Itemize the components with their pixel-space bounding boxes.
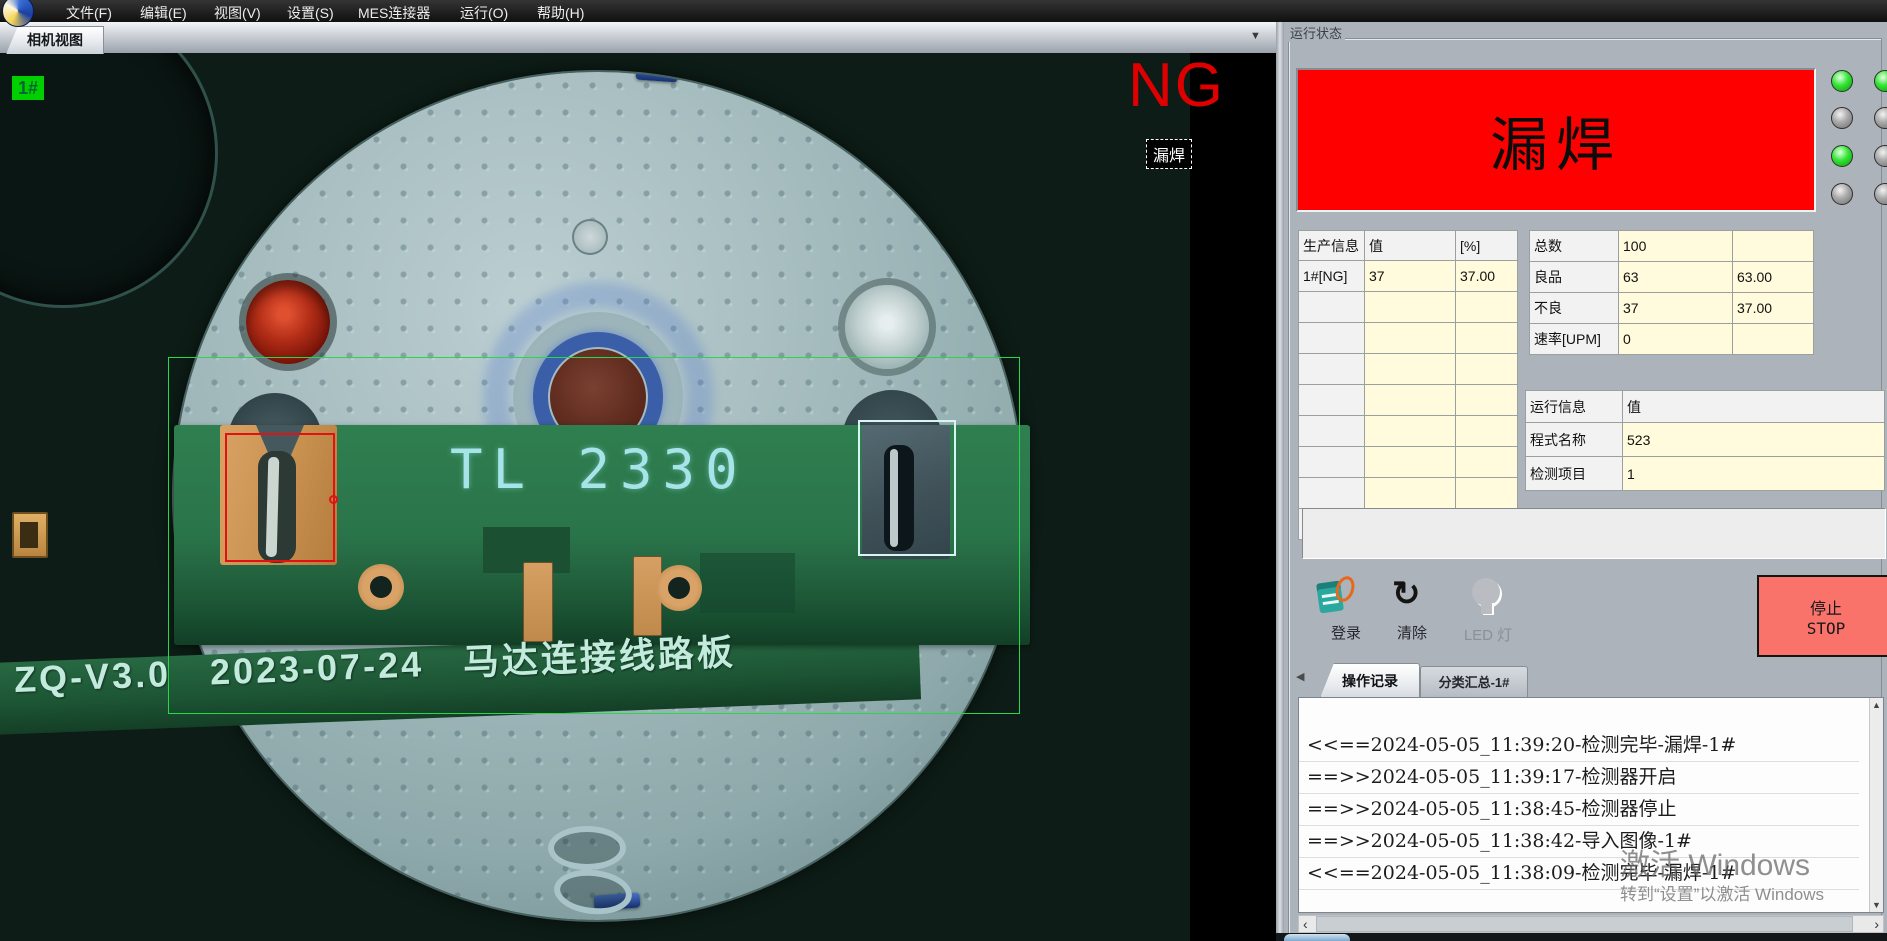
- login-label: 登录: [1314, 622, 1378, 643]
- menu-settings[interactable]: 设置(S): [287, 3, 334, 23]
- rim-tab: [943, 152, 984, 188]
- rim-tab: [886, 817, 930, 855]
- col-header: 运行信息: [1526, 391, 1623, 423]
- login-button[interactable]: 登录: [1314, 574, 1378, 664]
- clear-button[interactable]: ↻ 清除: [1384, 574, 1440, 664]
- led-indicator: [1831, 107, 1853, 129]
- menu-mes-connector[interactable]: MES连接器: [358, 3, 430, 23]
- menu-help[interactable]: 帮助(H): [537, 3, 584, 23]
- cell: 检测项目: [1526, 457, 1623, 491]
- cell: 523: [1623, 423, 1885, 457]
- result-ng-label: NG: [1128, 55, 1225, 117]
- cell: [1733, 231, 1814, 262]
- connector-slot: [20, 522, 38, 548]
- scroll-right-icon[interactable]: ›: [1874, 916, 1879, 932]
- stop-button[interactable]: 停止 STOP: [1757, 575, 1887, 657]
- table-row: 程式名称 523: [1526, 423, 1885, 457]
- machine-vision-app: 文件(F) 编辑(E) 视图(V) 设置(S) MES连接器 运行(O) 帮助(…: [0, 0, 1887, 941]
- tab-classification-summary[interactable]: 分类汇总-1#: [1420, 666, 1528, 698]
- production-table: 生产信息 值 [%] 1#[NG] 37 37.00: [1298, 230, 1518, 540]
- table-row: 总数 100: [1530, 231, 1814, 262]
- menu-view[interactable]: 视图(V): [214, 3, 261, 23]
- led-label: LED 灯: [1452, 624, 1524, 645]
- table-row: 良品 63 63.00: [1530, 262, 1814, 293]
- cell: 1#[NG]: [1299, 261, 1365, 292]
- camera-tab-strip: 相机视图 ▼: [0, 22, 1276, 53]
- stamped-crescent: [548, 826, 626, 870]
- scroll-down-icon[interactable]: ▼: [1872, 900, 1881, 910]
- cell: 速率[UPM]: [1530, 324, 1619, 355]
- col-header: 值: [1623, 391, 1885, 423]
- col-header: 值: [1365, 231, 1456, 261]
- cell: 100: [1619, 231, 1733, 262]
- table-row: 1#[NG] 37 37.00: [1299, 261, 1518, 292]
- stats-table: 总数 100 良品 63 63.00 不良 37 37.00 速率[UPM] 0: [1529, 230, 1814, 355]
- message-strip: [1302, 508, 1886, 559]
- chevron-down-icon[interactable]: ▼: [1250, 30, 1261, 42]
- stop-label-cn: 停止: [1810, 595, 1842, 619]
- cell: 程式名称: [1526, 423, 1623, 457]
- refresh-icon: ↻: [1392, 574, 1421, 614]
- menu-file[interactable]: 文件(F): [66, 3, 112, 23]
- rim-tab: [281, 828, 323, 862]
- window-bottom-edge: [1276, 933, 1887, 941]
- panel-splitter[interactable]: [1276, 22, 1284, 941]
- cell: 不良: [1530, 293, 1619, 324]
- table-row: 速率[UPM] 0: [1530, 324, 1814, 355]
- horizontal-scrollbar[interactable]: ‹ ›: [1298, 915, 1884, 933]
- alarm-display: 漏焊: [1296, 68, 1816, 212]
- cell: 37: [1365, 261, 1456, 292]
- windows-activation-watermark-sub: 转到“设置”以激活 Windows: [1620, 880, 1824, 905]
- col-header: 生产信息: [1299, 231, 1365, 261]
- cell: 37: [1619, 293, 1733, 324]
- log-entry: <<==2024-05-05_11:39:20-检测完毕-漏焊-1#: [1299, 730, 1859, 762]
- defect-name-label: 漏焊: [1146, 139, 1192, 169]
- menu-edit[interactable]: 编辑(E): [140, 3, 187, 23]
- scrollbar-thumb[interactable]: [1316, 916, 1853, 932]
- cell: 良品: [1530, 262, 1619, 293]
- windows-activation-watermark: 激活 Windows: [1620, 840, 1810, 884]
- tab-scroll-left-icon[interactable]: ◀: [1296, 670, 1304, 683]
- table-row: 不良 37 37.00: [1530, 293, 1814, 324]
- tab-camera-view[interactable]: 相机视图: [6, 26, 104, 54]
- col-header: [%]: [1456, 231, 1518, 261]
- rim-tab: [271, 82, 313, 116]
- alarm-text: 漏焊: [1490, 98, 1622, 182]
- menu-run[interactable]: 运行(O): [460, 3, 508, 23]
- cell: 0: [1619, 324, 1733, 355]
- dimple: [572, 219, 608, 255]
- station-badge: 1#: [12, 76, 44, 100]
- led-indicator: [1831, 183, 1853, 205]
- menu-bar: 文件(F) 编辑(E) 视图(V) 设置(S) MES连接器 运行(O) 帮助(…: [0, 0, 1887, 22]
- table-row: 检测项目 1: [1526, 457, 1885, 491]
- runinfo-table: 运行信息 值 程式名称 523 检测项目 1: [1525, 390, 1885, 491]
- scroll-left-icon[interactable]: ‹: [1303, 916, 1308, 932]
- led-indicator: [1831, 70, 1853, 92]
- log-entry: ==>>2024-05-05_11:38:45-检测器停止: [1299, 794, 1859, 826]
- stop-label-en: STOP: [1807, 619, 1846, 638]
- status-panel: 运行状态 漏焊 生产信息 值 [%] 1#[NG] 37 37.00: [1284, 22, 1887, 941]
- cell: [1733, 324, 1814, 355]
- cell: 37.00: [1456, 261, 1518, 292]
- tab-operation-log[interactable]: 操作记录: [1320, 663, 1420, 698]
- cell: 1: [1623, 457, 1885, 491]
- cell: 63.00: [1733, 262, 1814, 293]
- camera-letterbox: [1190, 53, 1276, 941]
- pcb-marking-text: TL 2330: [450, 438, 748, 501]
- clear-label: 清除: [1384, 622, 1440, 643]
- cell: 总数: [1530, 231, 1619, 262]
- led-indicator: [1831, 145, 1853, 167]
- cell: 63: [1619, 262, 1733, 293]
- scroll-up-icon[interactable]: ▲: [1872, 700, 1881, 710]
- log-entry: ==>>2024-05-05_11:39:17-检测器开启: [1299, 762, 1859, 794]
- red-terminal-pad: [246, 280, 330, 364]
- status-panel-title: 运行状态: [1287, 23, 1345, 42]
- led-light-button[interactable]: LED 灯: [1452, 574, 1524, 664]
- taskbar-peek: [1284, 934, 1350, 941]
- gold-connector: [12, 512, 48, 558]
- camera-viewport[interactable]: TL 2330 ZQ-V3.0 2023-07-24 马达连接线路板 1# NG…: [0, 53, 1276, 941]
- vertical-scrollbar[interactable]: ▲ ▼: [1869, 698, 1883, 912]
- cell: 37.00: [1733, 293, 1814, 324]
- bulb-base-icon: [1481, 602, 1492, 614]
